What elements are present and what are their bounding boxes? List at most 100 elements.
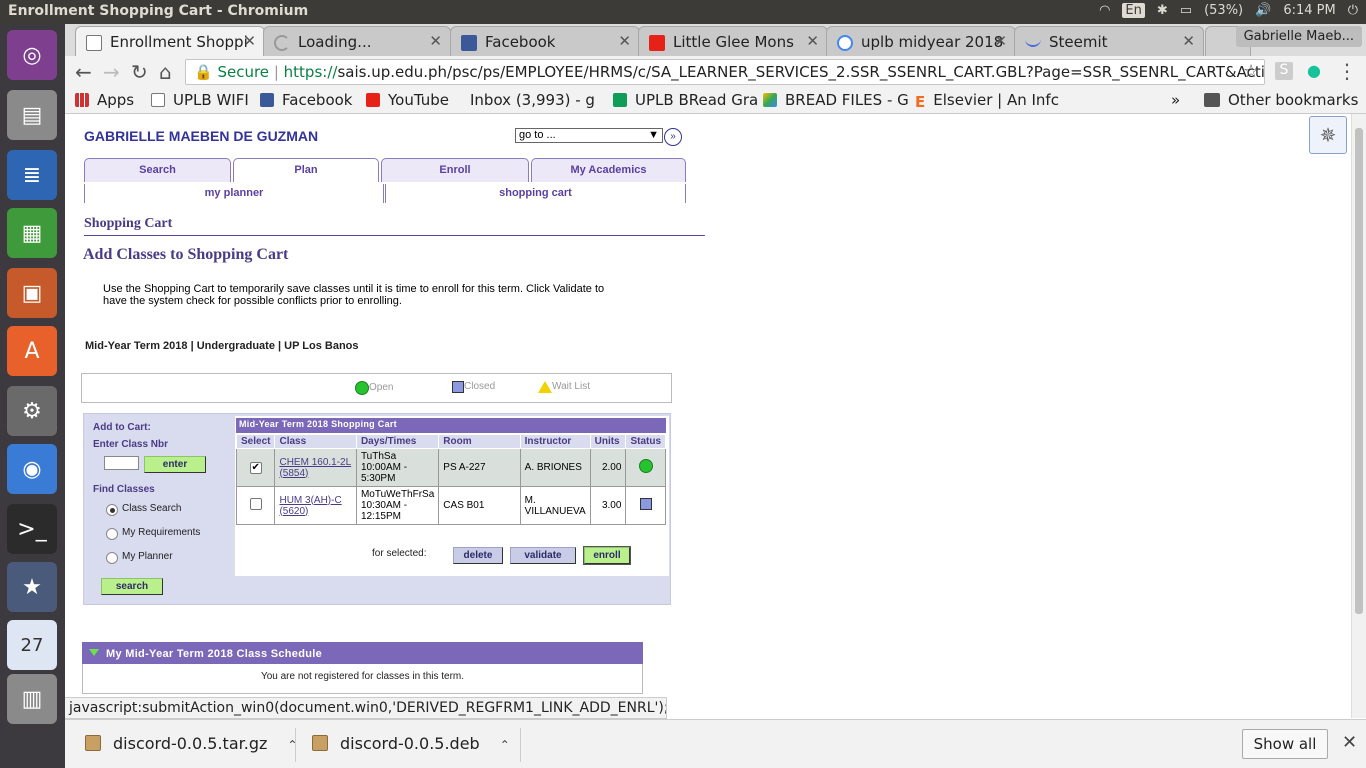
menu-icon[interactable]: ⋮ — [1337, 59, 1357, 83]
tab-search[interactable]: Search — [84, 158, 231, 182]
bookmark-item[interactable]: UPLB WIFI — [151, 91, 249, 109]
page-heading: Add Classes to Shopping Cart — [83, 246, 289, 263]
class-nbr-input[interactable] — [104, 456, 139, 470]
col-units: Units — [589, 434, 627, 449]
address-bar[interactable]: 🔒 Secure | https://sais.up.edu.ph/psc/ps… — [185, 59, 1265, 85]
page-content: GABRIELLE MAEBEN DE GUZMAN go to ... ▼ » … — [65, 114, 1351, 698]
forward-icon[interactable]: → — [103, 60, 120, 84]
legend-open: Open — [355, 381, 393, 395]
scrollbar-thumb[interactable] — [1355, 128, 1363, 614]
profile-button[interactable]: Gabrielle Maeb... — [1235, 26, 1362, 47]
impress-icon[interactable]: ▣ — [7, 268, 57, 318]
tab-label: uplb midyear 2018 — [861, 33, 1004, 51]
bookmark-item[interactable]: E Elsevier | An Infc — [915, 91, 1059, 111]
tab-facebook[interactable]: Facebook ✕ — [450, 26, 640, 56]
instructor-cell: M. VILLANUEVA — [519, 486, 591, 525]
calc-icon[interactable]: ▦ — [7, 208, 57, 258]
trash-icon[interactable]: ▥ — [7, 674, 57, 724]
validate-button[interactable]: validate — [510, 547, 576, 564]
reload-icon[interactable]: ↻ — [131, 60, 148, 84]
close-icon[interactable]: ✕ — [806, 32, 819, 50]
search-button[interactable]: search — [101, 578, 163, 595]
show-all-button[interactable]: Show all — [1242, 729, 1328, 759]
tab-google[interactable]: uplb midyear 2018 ✕ — [826, 26, 1016, 56]
bookmark-apps[interactable]: Apps — [75, 91, 134, 109]
status-bar: javascript:submitAction_win0(document.wi… — [65, 697, 667, 719]
bookmark-item[interactable]: UPLB BRead Gra — [613, 91, 758, 109]
goto-select[interactable]: go to ... ▼ — [515, 128, 663, 143]
class-schedule-header[interactable]: My Mid-Year Term 2018 Class Schedule — [82, 642, 643, 664]
calendar-icon[interactable]: 27 — [7, 620, 57, 670]
bookmark-item[interactable]: Facebook — [260, 91, 352, 109]
battery-percent: (53%) — [1204, 3, 1244, 18]
tab-enrollment[interactable]: Enrollment Shoppi ✕ — [75, 26, 265, 56]
tab-loading[interactable]: Loading... ✕ — [263, 26, 451, 56]
other-bookmarks[interactable]: Other bookmarks — [1204, 91, 1358, 109]
lock-icon[interactable]: 🔒 — [194, 63, 213, 81]
wifi-icon[interactable]: ◠ — [1099, 3, 1110, 18]
sheets-icon — [613, 93, 627, 107]
bookmark-item[interactable]: BREAD FILES - G — [763, 91, 909, 109]
class-link[interactable]: HUM 3(AH)-C (5620) — [279, 495, 341, 517]
close-icon[interactable]: ✕ — [1342, 732, 1357, 753]
closed-status-icon — [452, 381, 464, 393]
radio-my-requirements[interactable] — [106, 528, 118, 540]
radio-my-planner[interactable] — [106, 552, 118, 564]
delete-button[interactable]: delete — [453, 547, 503, 564]
subtab-shopping-cart[interactable]: shopping cart — [385, 184, 686, 203]
divider — [295, 728, 296, 762]
download-item[interactable]: discord-0.0.5.deb ⌃ — [312, 734, 510, 753]
tab-label: Steemit — [1049, 33, 1108, 51]
volume-icon[interactable]: 🔊 — [1255, 3, 1271, 18]
chromium-icon[interactable]: ◉ — [7, 444, 57, 494]
browser-toolbar: ← → ↻ ⌂ 🔒 Secure | https://sais.up.edu.p… — [65, 56, 1366, 88]
software-center-icon[interactable]: A — [7, 326, 57, 376]
bookmark-star-icon[interactable]: ☆ — [1243, 61, 1259, 82]
system-tray: ◠ En ✱ ▭ (53%) 🔊 6:14 PM ⏻ — [1099, 3, 1358, 18]
close-icon[interactable]: ✕ — [994, 32, 1007, 50]
unknown-app-icon[interactable]: ★ — [7, 562, 57, 612]
power-icon[interactable]: ⏻ — [1348, 3, 1358, 18]
bluetooth-icon[interactable]: ✱ — [1157, 3, 1168, 18]
bookmark-item[interactable]: YouTube — [366, 91, 449, 109]
close-icon[interactable]: ✕ — [1182, 32, 1195, 50]
select-checkbox[interactable] — [249, 498, 262, 510]
extension-s-icon[interactable]: S — [1275, 62, 1293, 80]
download-item[interactable]: discord-0.0.5.tar.gz ⌃ — [85, 734, 297, 753]
launcher: ◎ ▤ ≣ ▦ ▣ A ⚙ ◉ >_ ★ 27 ▥ — [0, 24, 65, 768]
keyboard-language[interactable]: En — [1122, 3, 1145, 18]
chevron-up-icon[interactable]: ⌃ — [500, 738, 510, 752]
select-checkbox[interactable]: ✔ — [249, 461, 262, 474]
radio-class-search[interactable] — [106, 504, 118, 516]
legend-closed: Closed — [452, 381, 495, 393]
enroll-button[interactable]: enroll — [583, 546, 631, 565]
battery-icon[interactable]: ▭ — [1180, 3, 1192, 18]
files-icon[interactable]: ▤ — [7, 90, 57, 140]
terminal-icon[interactable]: >_ — [7, 504, 57, 554]
close-icon[interactable]: ✕ — [429, 32, 442, 50]
close-icon[interactable]: ✕ — [243, 32, 256, 50]
tab-my-academics[interactable]: My Academics — [531, 158, 686, 182]
clock[interactable]: 6:14 PM — [1283, 3, 1335, 18]
back-icon[interactable]: ← — [75, 60, 92, 84]
home-icon[interactable]: ⌂ — [159, 60, 172, 84]
tab-enroll[interactable]: Enroll — [381, 158, 529, 182]
settings-icon[interactable]: ⚙ — [7, 386, 57, 436]
ubuntu-dash-icon[interactable]: ◎ — [7, 30, 57, 80]
bookmark-item[interactable]: Inbox (3,993) - g — [470, 91, 595, 109]
grammarly-icon[interactable]: ● — [1307, 61, 1321, 80]
class-link[interactable]: CHEM 160.1-2L (5854) — [279, 457, 351, 479]
tab-steemit[interactable]: Steemit ✕ — [1014, 26, 1204, 56]
bookmarks-more[interactable]: » — [1171, 91, 1180, 109]
goto-go-icon[interactable]: » — [664, 128, 682, 146]
tab-label: Loading... — [298, 33, 372, 51]
close-icon[interactable]: ✕ — [618, 32, 631, 50]
page-scrollbar[interactable] — [1351, 114, 1366, 718]
enter-button[interactable]: enter — [144, 456, 206, 473]
collapse-triangle-icon[interactable] — [89, 649, 99, 656]
subtab-my-planner[interactable]: my planner — [84, 184, 384, 203]
tab-youtube[interactable]: Little Glee Mons ✕ — [638, 26, 828, 56]
open-status-icon — [355, 381, 369, 395]
tab-plan[interactable]: Plan — [233, 158, 379, 182]
writer-icon[interactable]: ≣ — [7, 150, 57, 200]
